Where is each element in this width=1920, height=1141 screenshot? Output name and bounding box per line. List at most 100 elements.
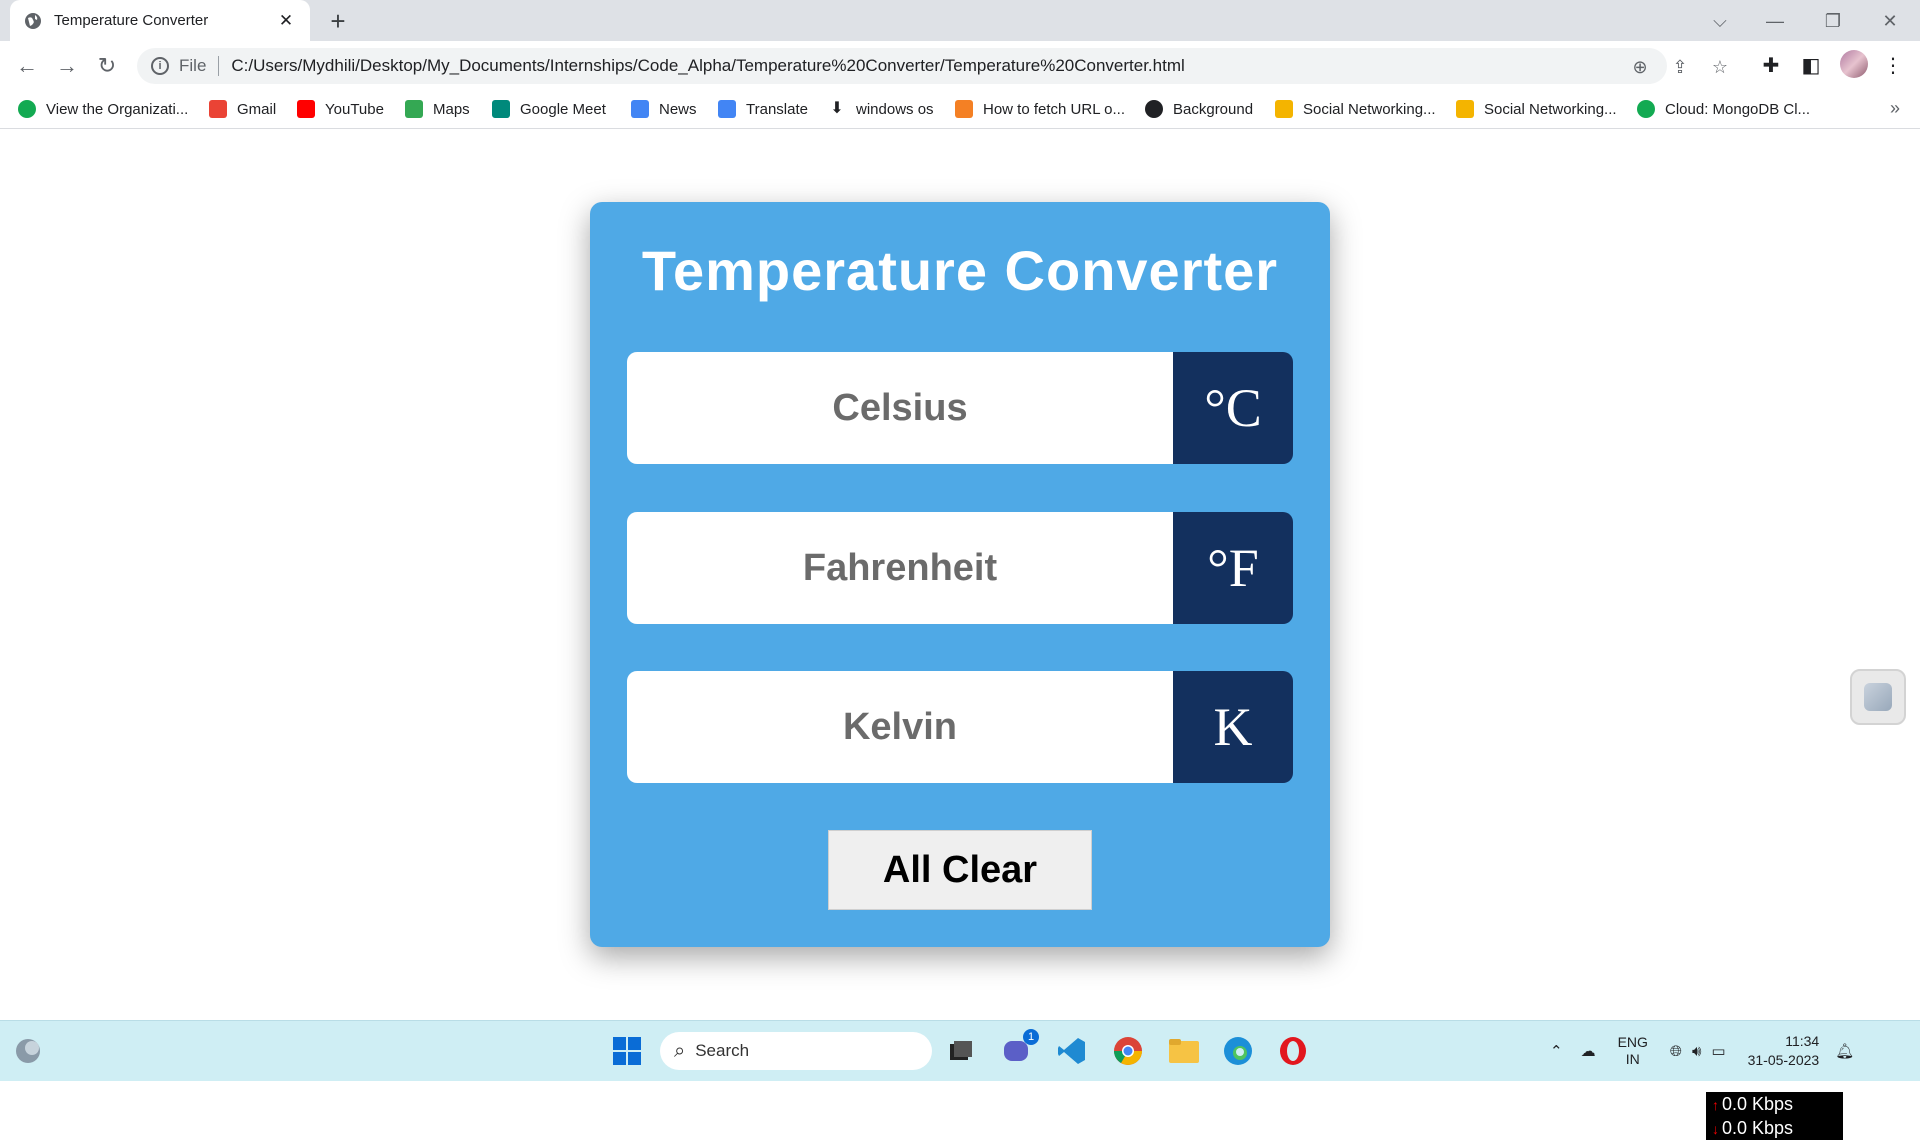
bookmark-item[interactable]: News: [631, 98, 697, 120]
zoom-icon[interactable]: ⊕: [1630, 57, 1650, 77]
file-explorer-icon[interactable]: [1166, 1033, 1202, 1069]
bookmark-item[interactable]: ⬇ windows os: [828, 98, 934, 120]
taskbar-search[interactable]: ⌕ Search: [660, 1032, 932, 1070]
bookmark-item[interactable]: Social Networking...: [1456, 98, 1617, 120]
forward-arrow-icon[interactable]: →: [52, 51, 82, 81]
floating-widget-icon[interactable]: [1850, 669, 1906, 725]
bookmark-label: Social Networking...: [1303, 100, 1436, 118]
side-panel-icon[interactable]: ◧: [1798, 53, 1824, 79]
close-window-icon[interactable]: ✕: [1870, 6, 1910, 36]
celsius-row: °C: [627, 352, 1293, 464]
vscode-icon[interactable]: [1054, 1033, 1090, 1069]
fahrenheit-unit-label: °F: [1173, 512, 1293, 624]
download-icon: ⬇: [830, 100, 844, 117]
bookmark-item[interactable]: View the Organizati...: [18, 98, 188, 120]
chevron-up-icon[interactable]: ⌃: [1550, 1042, 1563, 1060]
gmail-icon: [209, 100, 227, 118]
teams-chat-icon[interactable]: 1: [999, 1029, 1039, 1069]
bookmark-label: How to fetch URL o...: [983, 100, 1126, 118]
bookmark-item[interactable]: Background: [1145, 98, 1253, 120]
chrome-icon[interactable]: [1110, 1033, 1146, 1069]
celsius-unit-label: °C: [1173, 352, 1293, 464]
bookmark-item[interactable]: YouTube: [297, 98, 384, 120]
clock-time: 11:34: [1785, 1033, 1820, 1049]
tab-search-icon[interactable]: ⌵: [1700, 6, 1740, 36]
bookmark-item[interactable]: Social Networking...: [1275, 98, 1436, 120]
fahrenheit-row: °F: [627, 512, 1293, 624]
globe-icon: [25, 12, 41, 29]
search-icon: ⌕: [674, 1039, 686, 1062]
bookmark-label: News: [659, 100, 697, 118]
kelvin-row: K: [627, 671, 1293, 783]
search-label: Search: [695, 1041, 750, 1060]
all-clear-button[interactable]: All Clear: [828, 830, 1092, 910]
bookmark-label: windows os: [856, 100, 934, 118]
bookmark-label: Translate: [746, 100, 808, 118]
tab-strip: Temperature Converter ✕ + ⌵ — ❐ ✕: [0, 0, 1920, 41]
download-speed: 0.0 Kbps: [1722, 1118, 1794, 1138]
battery-icon[interactable]: ▭: [1711, 1042, 1725, 1060]
profile-avatar[interactable]: [1840, 50, 1868, 78]
volume-icon[interactable]: 🔊︎: [1692, 1043, 1701, 1060]
url-scheme-label: File: [179, 56, 207, 75]
taskbar: ⌕ Search 1 ⌃ ☁ ENG IN 🌐︎ 🔊︎ ▭ 11:34 31-0…: [0, 1020, 1920, 1081]
bookmark-label: Background: [1173, 100, 1254, 118]
back-arrow-icon[interactable]: ←: [12, 51, 42, 81]
minimize-icon[interactable]: —: [1755, 6, 1795, 36]
close-tab-icon[interactable]: ✕: [276, 11, 296, 31]
kelvin-unit-label: K: [1173, 671, 1293, 783]
stackoverflow-icon: [955, 100, 973, 118]
translate-icon: [718, 100, 736, 118]
kelvin-input[interactable]: [627, 671, 1173, 783]
notification-bell-icon[interactable]: 🔔︎: [1835, 1042, 1854, 1060]
bookmark-item[interactable]: Gmail: [209, 98, 276, 120]
youtube-icon: [297, 100, 315, 118]
new-tab-button[interactable]: +: [323, 6, 353, 36]
bookmark-item[interactable]: Maps: [405, 98, 470, 120]
extensions-puzzle-icon[interactable]: ✚: [1758, 53, 1784, 79]
start-windows-icon[interactable]: [609, 1033, 645, 1069]
system-tray: ⌃ ☁ ENG IN 🌐︎ 🔊︎ ▭ 11:34 31-05-2023 🔔︎: [1550, 1021, 1854, 1081]
browser-tab[interactable]: Temperature Converter ✕: [10, 0, 310, 41]
weather-widget-icon[interactable]: [10, 1033, 46, 1069]
reload-icon[interactable]: ↻: [92, 51, 122, 81]
bookmark-item[interactable]: Google Meet: [492, 98, 606, 120]
bookmark-item[interactable]: How to fetch URL o...: [955, 98, 1125, 120]
bookmark-label: View the Organizati...: [46, 100, 189, 118]
bookmark-label: Google Meet: [520, 100, 606, 118]
bookmark-label: YouTube: [325, 100, 384, 118]
more-menu-icon[interactable]: ⋮: [1880, 53, 1906, 79]
clock[interactable]: 11:34 31-05-2023: [1748, 1032, 1820, 1070]
bookmark-item[interactable]: Translate: [718, 98, 808, 120]
network-speed-monitor: ↑ 0.0 Kbps ↓ 0.0 Kbps: [1706, 1092, 1843, 1140]
google-news-icon: [631, 100, 649, 118]
network-globe-icon[interactable]: 🌐︎: [1670, 1043, 1682, 1060]
upload-speed: 0.0 Kbps: [1722, 1094, 1794, 1114]
social-icon: [1456, 100, 1474, 118]
bookmark-label: Social Networking...: [1484, 100, 1617, 118]
mongodb-leaf-icon: [18, 100, 36, 118]
opera-icon[interactable]: [1275, 1033, 1311, 1069]
teams-badge: 1: [1023, 1029, 1039, 1045]
language-indicator[interactable]: ENG IN: [1618, 1034, 1648, 1068]
bookmark-label: Maps: [433, 100, 470, 118]
celsius-input[interactable]: [627, 352, 1173, 464]
address-bar[interactable]: i File C:/Users/Mydhili/Desktop/My_Docum…: [137, 48, 1728, 84]
site-info-icon[interactable]: i: [151, 57, 169, 75]
more-bookmarks-icon[interactable]: »: [1890, 98, 1900, 119]
edge-icon[interactable]: [1220, 1033, 1256, 1069]
task-view-icon[interactable]: [943, 1033, 979, 1069]
social-icon: [1275, 100, 1293, 118]
clock-date: 31-05-2023: [1747, 1052, 1820, 1068]
url-text[interactable]: C:/Users/Mydhili/Desktop/My_Documents/In…: [231, 56, 1184, 76]
restore-icon[interactable]: ❐: [1813, 6, 1853, 36]
download-arrow-icon: ↓: [1712, 1121, 1719, 1137]
mongodb-leaf-icon: [1637, 100, 1655, 118]
bookmark-star-icon[interactable]: ☆: [1710, 57, 1730, 77]
bookmark-item[interactable]: Cloud: MongoDB Cl...: [1637, 98, 1810, 120]
omnibox-divider: [218, 56, 220, 76]
share-icon[interactable]: ⇪: [1670, 57, 1690, 77]
tab-title: Temperature Converter: [54, 12, 209, 29]
fahrenheit-input[interactable]: [627, 512, 1173, 624]
onedrive-cloud-icon[interactable]: ☁: [1581, 1042, 1596, 1060]
